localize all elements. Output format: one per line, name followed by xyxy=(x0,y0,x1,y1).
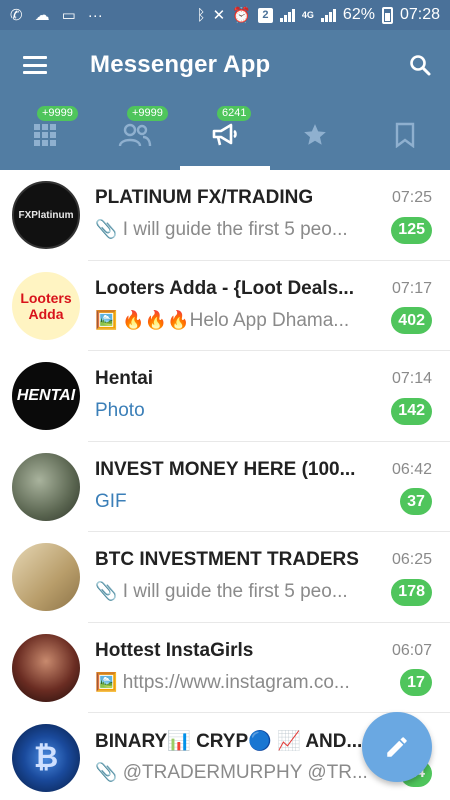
clock: 07:28 xyxy=(399,6,440,23)
status-bar: ✆ ☁ ▭ ··· ᛒ ✕ ⏰ 2 4G 62% 07:28 xyxy=(0,0,450,30)
list-item[interactable]: HENTAI Hentai 07:14 Photo 142 xyxy=(0,351,450,442)
ghost-icon: ☁ xyxy=(34,6,50,24)
attachment-icon: 📎 xyxy=(95,581,118,602)
app-title: Messenger App xyxy=(90,51,271,78)
avatar-label: HENTAI xyxy=(16,387,76,405)
chat-time: 07:14 xyxy=(391,370,432,388)
bookmark-icon xyxy=(395,122,415,148)
battery-icon xyxy=(381,6,393,24)
alarm-icon: ⏰ xyxy=(232,6,251,24)
chat-time: 07:17 xyxy=(391,279,432,297)
chat-name: Hottest InstaGirls xyxy=(95,639,254,661)
list-item[interactable]: INVEST MONEY HERE (100... 06:42 GIF 37 xyxy=(0,442,450,532)
notification-icons: ✆ ☁ ▭ ··· xyxy=(10,8,103,23)
chat-preview: 🖼️ 🔥🔥🔥Helo App Dhama... xyxy=(95,310,381,332)
folder-tabs: +9999 +9999 6241 xyxy=(0,100,450,170)
chat-preview: 🖼️ https://www.instagram.co... xyxy=(95,672,390,694)
search-icon xyxy=(410,55,431,76)
more-icon: ··· xyxy=(87,6,103,24)
attachment-icon: 📎 xyxy=(95,219,118,240)
preview-text: Helo App Dhama... xyxy=(189,309,350,331)
chat-time: 06:25 xyxy=(391,551,432,569)
chat-name: Looters Adda - {Loot Deals... xyxy=(95,277,354,299)
chat-time: 06:42 xyxy=(391,460,432,478)
preview-text: @TRADERMURPHY @TR... xyxy=(122,762,368,784)
app-bar: Messenger App xyxy=(0,30,450,100)
chat-preview: GIF xyxy=(95,490,127,512)
bitcoin-icon: ₿ xyxy=(33,741,59,775)
unread-badge: 37 xyxy=(400,488,432,516)
list-item[interactable]: BTC INVESTMENT TRADERS 06:25 📎 I will gu… xyxy=(0,532,450,623)
image-icon: 🖼️ xyxy=(95,671,118,692)
tab-groups[interactable]: +9999 xyxy=(90,100,180,170)
tab-all[interactable]: +9999 xyxy=(0,100,90,170)
star-icon xyxy=(304,124,326,145)
avatar xyxy=(12,633,80,702)
search-button[interactable] xyxy=(390,30,450,100)
list-item[interactable]: Looters Adda Looters Adda - {Loot Deals.… xyxy=(0,261,450,351)
message-icon: ▭ xyxy=(61,6,76,24)
battery-percent: 62% xyxy=(342,6,375,23)
chat-name: BTC INVESTMENT TRADERS xyxy=(95,549,359,571)
avatar xyxy=(12,543,80,612)
chat-name: INVEST MONEY HERE (100... xyxy=(95,458,356,480)
menu-button[interactable] xyxy=(0,30,70,100)
sim-badge: 2 xyxy=(257,7,273,23)
tab-channels[interactable]: 6241 xyxy=(180,100,270,170)
image-fire-icons: 🖼️ 🔥🔥🔥 xyxy=(95,309,190,330)
preview-text: I will guide the first 5 peo... xyxy=(122,219,348,241)
attachment-icon: 📎 xyxy=(95,762,118,783)
avatar-label: FXPlatinum xyxy=(18,209,74,221)
chat-preview: 📎 I will guide the first 5 peo... xyxy=(95,219,381,241)
tab-badge: +9999 xyxy=(37,106,78,121)
pencil-compose-icon xyxy=(387,737,407,757)
unread-badge: 402 xyxy=(391,307,432,335)
megaphone-icon xyxy=(212,123,237,146)
tab-favorites[interactable] xyxy=(270,100,360,170)
preview-text: I will guide the first 5 peo... xyxy=(122,581,348,603)
chat-preview: 📎 @TRADERMURPHY @TR... xyxy=(95,762,390,784)
chat-preview: Photo xyxy=(95,400,145,422)
unread-badge: 142 xyxy=(391,397,432,425)
preview-text: https://www.instagram.co... xyxy=(122,671,350,693)
bluetooth-icon: ᛒ xyxy=(196,6,206,24)
tab-saved[interactable] xyxy=(360,100,450,170)
list-item[interactable]: Hottest InstaGirls 06:07 🖼️ https://www.… xyxy=(0,623,450,713)
avatar: ₿ xyxy=(12,724,80,793)
grid-icon xyxy=(34,124,56,146)
signal-icon xyxy=(279,8,295,22)
whatsapp-icon: ✆ xyxy=(10,6,23,24)
chat-time: 07:25 xyxy=(391,189,432,207)
tab-badge: 6241 xyxy=(217,106,252,121)
chat-list: FXPlatinum PLATINUM FX/TRADING 07:25 📎 I… xyxy=(0,170,450,800)
unread-badge: 125 xyxy=(391,216,432,244)
unread-badge: 178 xyxy=(391,578,432,606)
hamburger-menu-icon xyxy=(23,56,47,74)
avatar xyxy=(12,452,80,521)
chat-preview: 📎 I will guide the first 5 peo... xyxy=(95,581,381,603)
tab-badge: +9999 xyxy=(127,106,168,121)
people-icon xyxy=(118,123,152,147)
chat-name: PLATINUM FX/TRADING xyxy=(95,187,314,209)
network-label: 4G xyxy=(301,10,314,20)
list-item[interactable]: FXPlatinum PLATINUM FX/TRADING 07:25 📎 I… xyxy=(0,170,450,261)
system-icons: ᛒ ✕ ⏰ 2 4G 62% 07:28 xyxy=(197,6,440,24)
signal-icon-2 xyxy=(320,8,336,22)
mute-icon: ✕ xyxy=(212,6,226,24)
chat-time: 06:07 xyxy=(391,641,432,659)
compose-button[interactable] xyxy=(362,712,432,782)
avatar-label: Looters Adda xyxy=(20,289,72,322)
avatar: FXPlatinum xyxy=(12,181,80,250)
avatar: Looters Adda xyxy=(12,271,80,340)
unread-badge: 17 xyxy=(400,669,432,697)
avatar: HENTAI xyxy=(12,362,80,431)
chat-name: Hentai xyxy=(95,368,154,390)
